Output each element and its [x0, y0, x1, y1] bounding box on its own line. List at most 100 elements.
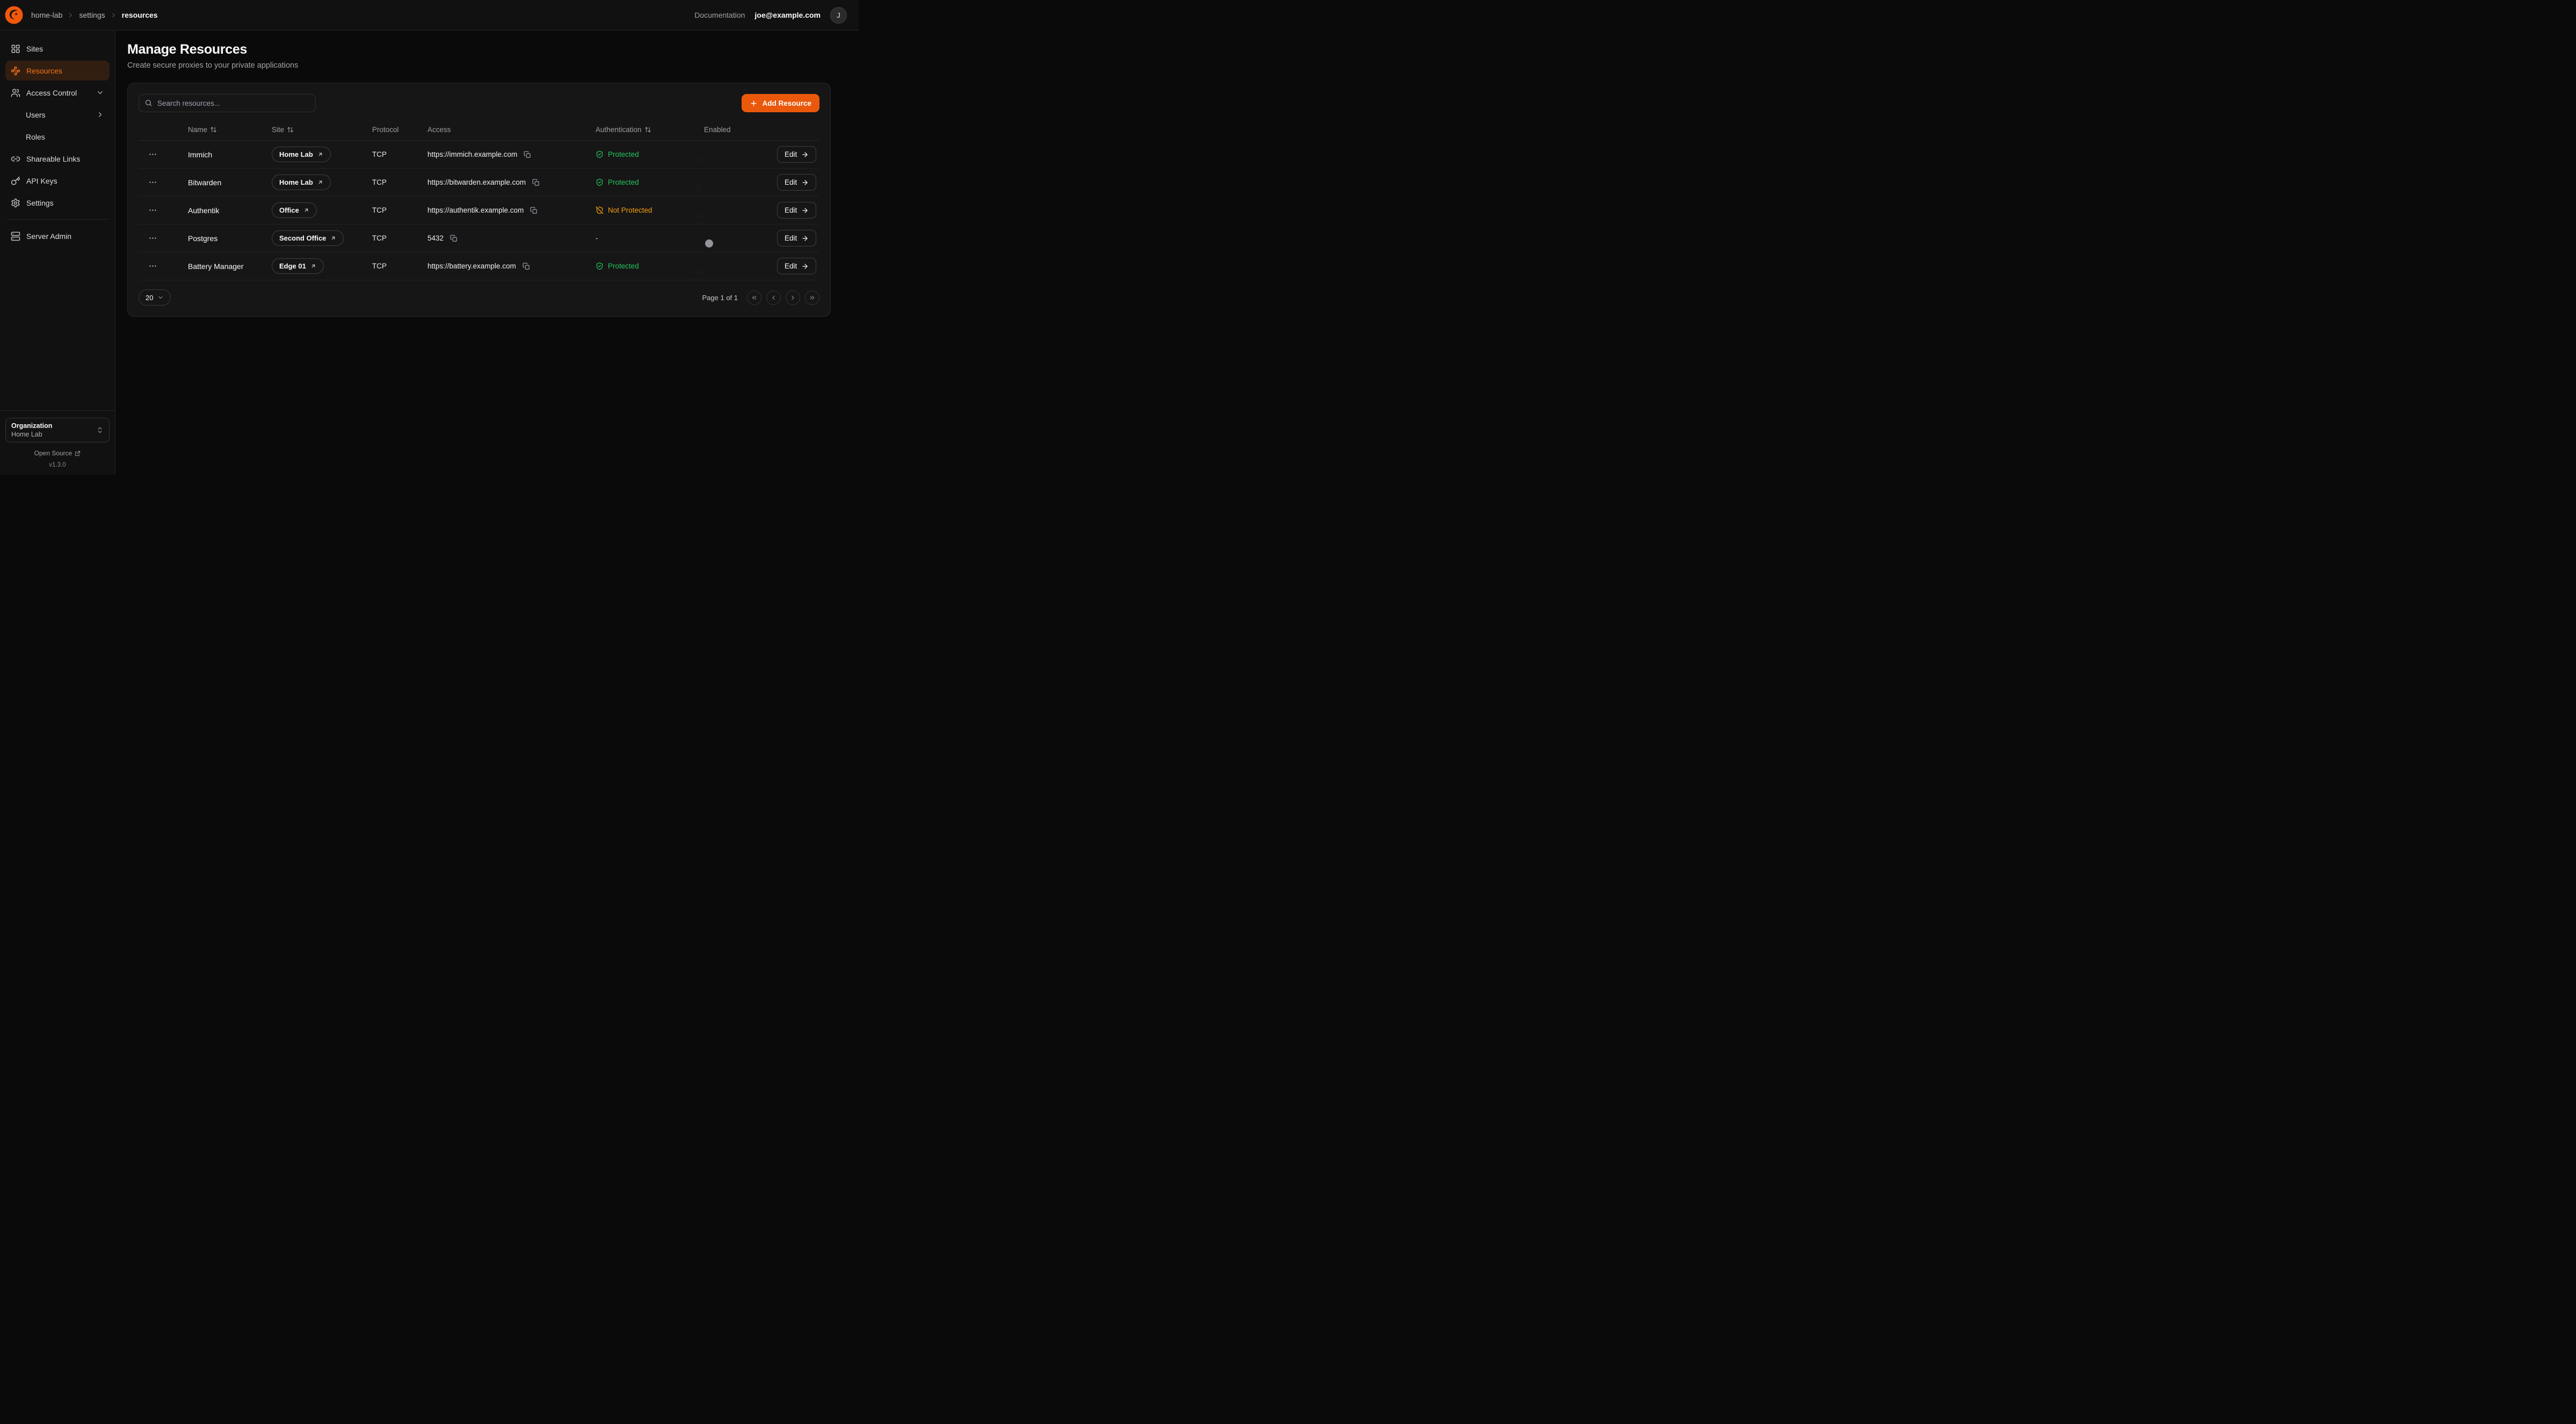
arrow-up-right-icon	[310, 263, 316, 269]
auth-status-label: Protected	[608, 262, 639, 270]
column-header-name[interactable]: Name	[188, 126, 272, 134]
plus-icon	[750, 99, 758, 107]
row-menu-button[interactable]	[145, 175, 161, 190]
site-link[interactable]: Office	[272, 202, 317, 218]
sidebar-item-sites[interactable]: Sites	[5, 39, 110, 59]
breadcrumb-page[interactable]: resources	[122, 11, 158, 19]
auth-status: Protected	[596, 262, 704, 270]
column-header-protocol: Protocol	[372, 126, 427, 134]
auth-status-label: Protected	[608, 150, 639, 158]
app-logo-icon[interactable]	[4, 5, 24, 25]
edit-button[interactable]: Edit	[777, 174, 816, 191]
breadcrumb-section[interactable]: settings	[79, 11, 105, 19]
documentation-link[interactable]: Documentation	[694, 11, 745, 19]
auth-status-label: Not Protected	[608, 206, 652, 214]
resource-protocol: TCP	[372, 262, 427, 270]
page-subtitle: Create secure proxies to your private ap…	[127, 61, 831, 70]
server-icon	[11, 231, 20, 241]
resource-access-url[interactable]: https://authentik.example.com	[427, 206, 524, 214]
resource-name: Immich	[188, 150, 272, 159]
version-label: v1.3.0	[5, 462, 110, 468]
column-header-enabled: Enabled	[704, 126, 777, 134]
organization-label: Organization	[11, 422, 52, 430]
row-menu-button[interactable]	[145, 202, 161, 218]
edit-button[interactable]: Edit	[777, 258, 816, 274]
row-menu-button[interactable]	[145, 258, 161, 274]
resource-name: Battery Manager	[188, 262, 272, 271]
sort-icon	[287, 126, 294, 133]
shield-off-icon	[596, 206, 604, 214]
breadcrumb: home-lab settings resources	[31, 11, 158, 19]
site-link[interactable]: Home Lab	[272, 175, 331, 190]
table-row: Battery Manager Edge 01 TCP https://batt…	[139, 252, 819, 280]
search-input[interactable]	[139, 94, 316, 112]
table-row: Immich Home Lab TCP https://immich.examp…	[139, 141, 819, 169]
sidebar-item-settings[interactable]: Settings	[5, 193, 110, 213]
column-header-site[interactable]: Site	[272, 126, 372, 134]
site-link[interactable]: Home Lab	[272, 147, 331, 162]
copy-icon[interactable]	[531, 178, 541, 187]
next-page-button[interactable]	[786, 290, 800, 305]
add-resource-button[interactable]: Add Resource	[742, 94, 819, 112]
sidebar-item-resources[interactable]: Resources	[5, 61, 110, 81]
sidebar-item-access-control[interactable]: Access Control	[5, 83, 110, 103]
breadcrumb-org[interactable]: home-lab	[31, 11, 62, 19]
chevron-down-icon	[96, 89, 104, 97]
edit-button[interactable]: Edit	[777, 146, 816, 163]
first-page-button[interactable]	[747, 290, 761, 305]
column-header-authentication[interactable]: Authentication	[596, 126, 704, 134]
resource-protocol: TCP	[372, 234, 427, 242]
shield-check-icon	[596, 150, 604, 158]
row-menu-button[interactable]	[145, 147, 161, 162]
sidebar-item-users[interactable]: Users	[5, 105, 110, 125]
open-source-link[interactable]: Open Source	[5, 449, 110, 457]
open-source-label: Open Source	[34, 449, 72, 457]
copy-icon[interactable]	[449, 234, 459, 243]
breadcrumb-chevron-icon	[67, 12, 74, 19]
page-size-select[interactable]: 20	[139, 289, 171, 306]
copy-icon[interactable]	[523, 150, 532, 159]
grid-icon	[11, 44, 20, 54]
resource-access-url[interactable]: https://battery.example.com	[427, 262, 516, 270]
arrow-right-icon	[801, 179, 809, 186]
user-email[interactable]: joe@example.com	[754, 11, 821, 19]
sidebar-item-roles[interactable]: Roles	[5, 127, 110, 147]
copy-icon[interactable]	[521, 261, 531, 271]
resource-access-url[interactable]: https://bitwarden.example.com	[427, 178, 526, 186]
link-icon	[11, 154, 20, 164]
organization-select[interactable]: Organization Home Lab	[5, 418, 110, 442]
prev-page-button[interactable]	[766, 290, 781, 305]
arrow-up-right-icon	[317, 179, 323, 185]
resource-name: Authentik	[188, 206, 272, 215]
resource-access-url[interactable]: 5432	[427, 234, 444, 242]
sidebar-item-label: Server Admin	[26, 232, 71, 241]
page-title: Manage Resources	[127, 42, 831, 57]
sidebar: Sites Resources Access Control Users	[0, 31, 115, 475]
organization-value: Home Lab	[11, 431, 52, 438]
sidebar-item-api-keys[interactable]: API Keys	[5, 171, 110, 191]
chevrons-up-down-icon	[96, 426, 104, 434]
resources-card: Add Resource Name Site	[127, 83, 831, 317]
table-header-row: Name Site Protocol Access Auth	[139, 119, 819, 141]
sidebar-item-server-admin[interactable]: Server Admin	[5, 226, 110, 246]
avatar[interactable]: J	[830, 7, 847, 24]
auth-status: Protected	[596, 178, 704, 186]
last-page-button[interactable]	[805, 290, 819, 305]
copy-icon[interactable]	[529, 206, 539, 215]
resource-protocol: TCP	[372, 150, 427, 158]
sort-icon	[644, 126, 651, 133]
row-menu-button[interactable]	[145, 230, 161, 246]
edit-button[interactable]: Edit	[777, 230, 816, 246]
waypoints-icon	[11, 66, 20, 76]
resource-access-url[interactable]: https://immich.example.com	[427, 150, 517, 158]
arrow-right-icon	[801, 207, 809, 214]
external-link-icon	[75, 451, 81, 456]
sidebar-divider	[6, 219, 108, 220]
site-link[interactable]: Second Office	[272, 230, 344, 246]
auth-status: -	[596, 234, 704, 242]
site-link[interactable]: Edge 01	[272, 258, 324, 274]
sidebar-item-shareable-links[interactable]: Shareable Links	[5, 149, 110, 169]
edit-button[interactable]: Edit	[777, 202, 816, 219]
arrow-right-icon	[801, 235, 809, 242]
sidebar-item-label: Shareable Links	[26, 155, 80, 163]
